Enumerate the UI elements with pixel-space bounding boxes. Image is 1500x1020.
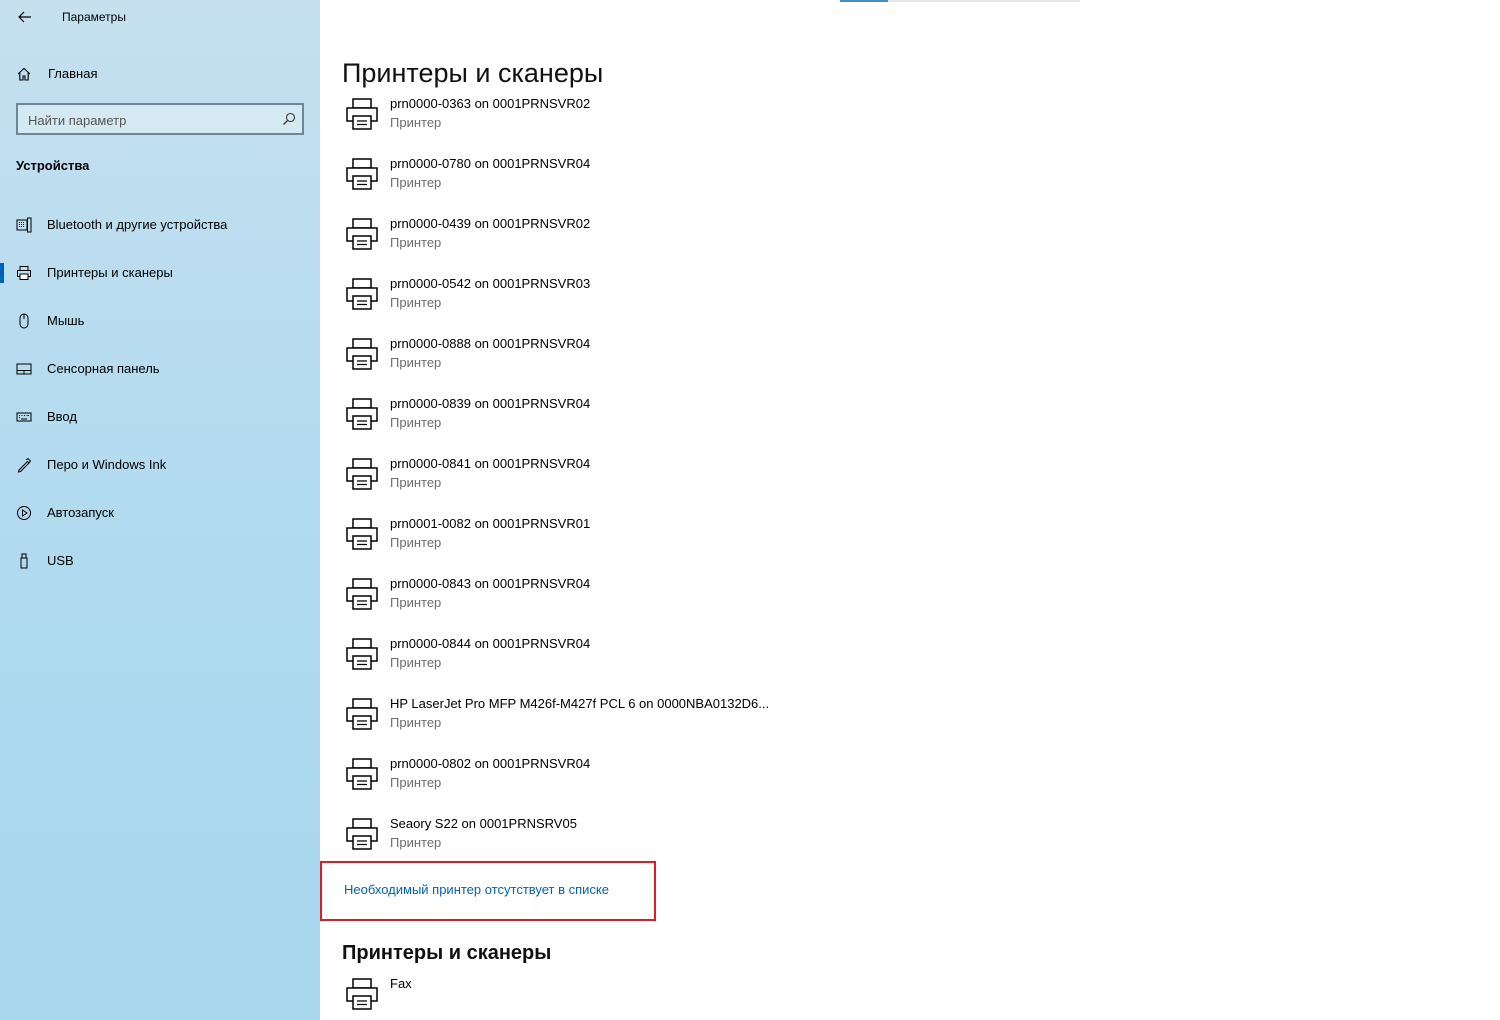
printer-type: Принтер (390, 235, 442, 250)
printer-list-item[interactable]: prn0000-0888 on 0001PRNSVR04 Принтер (342, 336, 942, 392)
sidebar-item-label: Главная (48, 66, 98, 81)
printer-list-item[interactable]: prn0000-0843 on 0001PRNSVR04 Принтер (342, 576, 942, 632)
printer-icon (344, 336, 380, 372)
sidebar-item-input[interactable]: Ввод (0, 397, 320, 437)
printer-name: prn0000-0542 on 0001PRNSVR03 (390, 276, 591, 291)
back-button[interactable] (14, 6, 36, 28)
title-bar: Параметры (0, 0, 320, 34)
printer-type: Принтер (390, 775, 442, 790)
printer-name: prn0000-0843 on 0001PRNSVR04 (390, 576, 591, 591)
sidebar-item-label: Ввод (47, 409, 77, 424)
sidebar-item-mouse[interactable]: Мышь (0, 301, 320, 341)
printer-list-item[interactable]: Fax (342, 976, 942, 1020)
sidebar-item-bluetooth[interactable]: Bluetooth и другие устройства (0, 205, 320, 245)
main-content: Принтеры и сканеры prn0000-0363 on 0001P… (320, 0, 1500, 1020)
printer-list-item[interactable]: prn0000-0841 on 0001PRNSVR04 Принтер (342, 456, 942, 512)
printer-name: prn0000-0888 on 0001PRNSVR04 (390, 336, 591, 351)
printer-type: Принтер (390, 655, 442, 670)
printer-type: Принтер (390, 115, 442, 130)
printer-icon (344, 976, 380, 1012)
printer-type: Принтер (390, 715, 442, 730)
sidebar-item-label: Перо и Windows Ink (47, 457, 167, 472)
printer-name: prn0000-0841 on 0001PRNSVR04 (390, 456, 591, 471)
sidebar-item-label: Принтеры и сканеры (47, 265, 173, 280)
page-title: Принтеры и сканеры (342, 58, 604, 88)
printer-type: Принтер (390, 175, 442, 190)
printer-icon (344, 456, 380, 492)
printer-list-item[interactable]: prn0000-0802 on 0001PRNSVR04 Принтер (342, 756, 942, 812)
printer-icon (17, 266, 31, 280)
printer-type: Принтер (390, 595, 442, 610)
section-heading: Устройства (16, 158, 90, 173)
printer-name: prn0000-0844 on 0001PRNSVR04 (390, 636, 591, 651)
printer-name: prn0000-0839 on 0001PRNSVR04 (390, 396, 591, 411)
printer-name: prn0000-0363 on 0001PRNSVR02 (390, 96, 591, 111)
printer-list-item[interactable]: prn0000-0439 on 0001PRNSVR02 Принтер (342, 216, 942, 272)
printer-list-item[interactable]: prn0000-0844 on 0001PRNSVR04 Принтер (342, 636, 942, 692)
missing-printer-link[interactable]: Необходимый принтер отсутствует в списке (344, 882, 609, 897)
loading-indicator (840, 0, 1080, 2)
sidebar-item-pen[interactable]: Перо и Windows Ink (0, 445, 320, 485)
printer-icon (344, 756, 380, 792)
sidebar-item-label: USB (47, 553, 74, 568)
sidebar-item-touchpad[interactable]: Сенсорная панель (0, 349, 320, 389)
printer-type: Принтер (390, 415, 442, 430)
printer-icon (344, 96, 380, 132)
loading-indicator-fill (840, 0, 888, 2)
printer-name: prn0000-0780 on 0001PRNSVR04 (390, 156, 591, 171)
printer-icon (344, 816, 380, 852)
printer-icon (344, 156, 380, 192)
sidebar-item-autoplay[interactable]: Автозапуск (0, 493, 320, 533)
search-icon[interactable] (282, 112, 296, 126)
printer-list-item[interactable]: prn0000-0363 on 0001PRNSVR02 Принтер (342, 96, 942, 152)
autoplay-icon (17, 506, 31, 520)
printer-type: Принтер (390, 475, 442, 490)
printer-type: Принтер (390, 835, 442, 850)
printer-icon (344, 396, 380, 432)
sidebar-item-printers[interactable]: Принтеры и сканеры (0, 253, 320, 293)
printer-icon (344, 216, 380, 252)
printer-list-item[interactable]: prn0000-0780 on 0001PRNSVR04 Принтер (342, 156, 942, 212)
printer-name: HP LaserJet Pro MFP M426f-M427f PCL 6 on… (390, 696, 770, 711)
printer-list-item[interactable]: prn0000-0839 on 0001PRNSVR04 Принтер (342, 396, 942, 452)
pen-icon (17, 457, 32, 473)
mouse-icon (19, 313, 29, 329)
sidebar-item-label: Сенсорная панель (47, 361, 160, 376)
app-title: Параметры (62, 10, 126, 24)
printer-icon (344, 696, 380, 732)
usb-icon (20, 553, 28, 569)
printer-list-item[interactable]: prn0000-0542 on 0001PRNSVR03 Принтер (342, 276, 942, 332)
back-arrow-icon (18, 11, 31, 23)
touchpad-icon (16, 363, 32, 375)
home-icon (17, 67, 31, 81)
sidebar-item-usb[interactable]: USB (0, 541, 320, 581)
section-title: Принтеры и сканеры (342, 942, 552, 964)
printer-list-item[interactable]: prn0001-0082 on 0001PRNSVR01 Принтер (342, 516, 942, 572)
printer-icon (344, 516, 380, 552)
printer-list-item[interactable]: HP LaserJet Pro MFP M426f-M427f PCL 6 on… (342, 696, 942, 752)
printer-type: Принтер (390, 355, 442, 370)
sidebar-item-label: Автозапуск (47, 505, 114, 520)
bluetooth-devices-icon (16, 217, 32, 233)
printer-icon (344, 576, 380, 612)
sidebar-item-home[interactable]: Главная (0, 58, 320, 90)
printer-name: Fax (390, 976, 412, 991)
printer-name: Seaory S22 on 0001PRNSRV05 (390, 816, 577, 831)
keyboard-icon (16, 412, 32, 422)
sidebar-item-label: Bluetooth и другие устройства (47, 217, 228, 232)
printer-name: prn0000-0439 on 0001PRNSVR02 (390, 216, 591, 231)
printer-name: prn0001-0082 on 0001PRNSVR01 (390, 516, 591, 531)
search-box[interactable] (16, 103, 304, 135)
printer-icon (344, 276, 380, 312)
printer-type: Принтер (390, 535, 442, 550)
search-input[interactable] (28, 111, 278, 129)
printer-type: Принтер (390, 295, 442, 310)
printer-icon (344, 636, 380, 672)
sidebar: Параметры Главная Устройства Bluetooth и… (0, 0, 320, 1020)
printer-name: prn0000-0802 on 0001PRNSVR04 (390, 756, 591, 771)
sidebar-item-label: Мышь (47, 313, 85, 328)
